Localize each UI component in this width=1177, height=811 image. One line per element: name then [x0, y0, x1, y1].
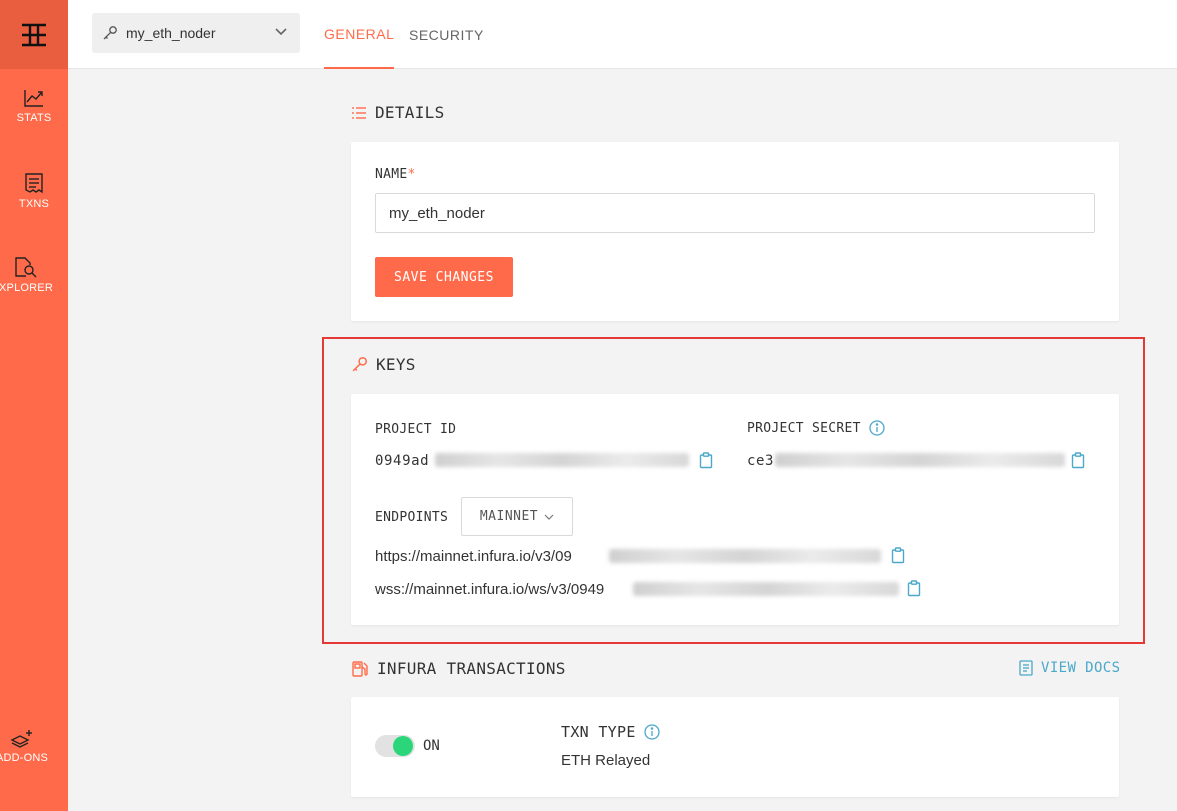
details-card: NAME* SAVE CHANGES	[351, 142, 1119, 321]
toggle-knob	[393, 736, 413, 756]
https-endpoint: https://mainnet.infura.io/v3/09	[375, 548, 572, 565]
name-label: NAME*	[375, 167, 416, 182]
sidebar-item-label: TXNS	[18, 198, 50, 210]
copy-wss-endpoint-icon[interactable]	[907, 580, 921, 597]
keys-heading: KEYS	[351, 355, 416, 374]
details-heading: DETAILS	[351, 103, 445, 122]
tab-general[interactable]: GENERAL	[324, 0, 395, 69]
addons-icon	[10, 730, 32, 748]
network-selector-value: MAINNET	[479, 509, 539, 524]
sidebar-item-label: ADD-ONS	[0, 752, 49, 764]
project-secret-redaction	[775, 453, 1065, 467]
stats-chart-icon	[24, 90, 43, 107]
sidebar-item-label: XPLORER	[0, 282, 53, 294]
project-secret-value: ce3	[747, 453, 775, 469]
txn-type-value: ETH Relayed	[561, 752, 651, 769]
project-name: my_eth_noder	[126, 25, 216, 41]
project-secret-label-row: PROJECT SECRET	[747, 420, 885, 436]
docs-icon	[1019, 660, 1033, 676]
wss-endpoint-redaction	[633, 582, 899, 596]
sidebar: STATS TXNS XPLORER ADD-ONS	[0, 0, 68, 811]
name-input[interactable]	[375, 193, 1095, 233]
infura-logo[interactable]	[0, 0, 68, 69]
network-selector[interactable]: MAINNET	[461, 497, 573, 536]
transactions-heading-text: INFURA TRANSACTIONS	[377, 659, 566, 678]
keys-card: PROJECT ID 0949ad PROJECT SECRET ce3 END…	[351, 394, 1119, 625]
view-docs-label: VIEW DOCS	[1041, 660, 1121, 676]
sidebar-item-label: STATS	[16, 112, 52, 124]
copy-project-secret-icon[interactable]	[1071, 452, 1085, 469]
info-icon[interactable]	[869, 420, 885, 436]
keys-heading-text: KEYS	[376, 355, 416, 374]
view-docs-link[interactable]: VIEW DOCS	[1019, 660, 1120, 676]
sidebar-item-explorer[interactable]: XPLORER	[0, 256, 60, 294]
details-heading-text: DETAILS	[375, 103, 445, 122]
receipt-icon	[25, 173, 43, 194]
tab-security[interactable]: SECURITY	[409, 0, 484, 69]
chevron-down-icon	[275, 28, 287, 36]
txn-type-label: TXN TYPE	[561, 723, 636, 741]
wss-endpoint: wss://mainnet.infura.io/ws/v3/0949	[375, 581, 605, 598]
chevron-down-icon	[544, 514, 554, 520]
transactions-heading: INFURA TRANSACTIONS	[351, 659, 566, 678]
project-id-redaction	[435, 453, 689, 467]
infura-logo-icon	[22, 23, 46, 46]
fuel-pump-icon	[352, 660, 368, 677]
project-selector[interactable]: my_eth_noder	[92, 13, 300, 53]
transactions-toggle[interactable]	[375, 735, 415, 757]
sidebar-item-txns[interactable]: TXNS	[0, 172, 68, 210]
copy-https-endpoint-icon[interactable]	[891, 547, 905, 564]
project-id-value: 0949ad	[375, 453, 430, 469]
top-bar: my_eth_noder GENERAL SECURITY	[68, 0, 1177, 69]
list-icon	[352, 106, 366, 119]
required-mark: *	[407, 167, 416, 182]
endpoints-label: ENDPOINTS	[375, 510, 449, 525]
name-label-text: NAME	[375, 167, 408, 182]
project-secret-label: PROJECT SECRET	[747, 420, 861, 436]
key-icon	[352, 356, 368, 372]
save-changes-button[interactable]: SAVE CHANGES	[375, 257, 513, 297]
key-icon	[103, 26, 117, 40]
txn-type-label-row: TXN TYPE	[561, 723, 660, 741]
sidebar-item-addons[interactable]: ADD-ONS	[0, 728, 56, 764]
info-icon[interactable]	[644, 724, 660, 740]
copy-project-id-icon[interactable]	[699, 452, 713, 469]
project-id-label: PROJECT ID	[375, 422, 457, 437]
https-endpoint-redaction	[609, 549, 881, 563]
sidebar-item-stats[interactable]: STATS	[0, 88, 68, 124]
toggle-label: ON	[423, 738, 440, 754]
transactions-card: ON TXN TYPE ETH Relayed	[351, 697, 1119, 797]
explorer-search-icon	[15, 257, 37, 278]
